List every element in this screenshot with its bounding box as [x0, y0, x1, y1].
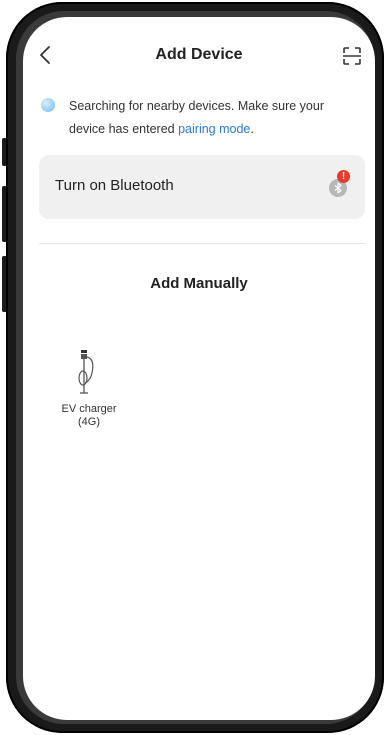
pairing-mode-link[interactable]: pairing mode	[178, 122, 250, 136]
scan-icon	[343, 47, 361, 65]
bluetooth-label: Turn on Bluetooth	[55, 177, 174, 194]
add-manually-title: Add Manually	[150, 275, 248, 292]
app-screen: Add Device Searching for nearby devices.…	[23, 17, 375, 720]
page-title: Add Device	[155, 46, 243, 63]
ev-charger-icon	[78, 350, 94, 394]
searching-indicator-icon	[41, 98, 55, 112]
stage: Add Device Searching for nearby devices.…	[0, 0, 386, 735]
phone-frame: Add Device Searching for nearby devices.…	[6, 2, 384, 733]
turn-on-bluetooth-card[interactable]: Turn on Bluetooth !	[39, 155, 365, 219]
device-tile-ev-charger[interactable]: EV charger (4G)	[49, 347, 129, 437]
header: Add Device	[23, 37, 375, 73]
alert-badge-icon: !	[337, 170, 350, 183]
searching-notice-text: Searching for nearby devices. Make sure …	[69, 95, 359, 141]
notice-trailing: .	[250, 122, 254, 136]
device-label: EV charger (4G)	[49, 403, 129, 429]
divider	[39, 243, 365, 244]
device-label-line2: (4G)	[78, 416, 100, 428]
scan-button[interactable]	[341, 45, 363, 67]
device-label-line1: EV charger	[61, 403, 117, 415]
